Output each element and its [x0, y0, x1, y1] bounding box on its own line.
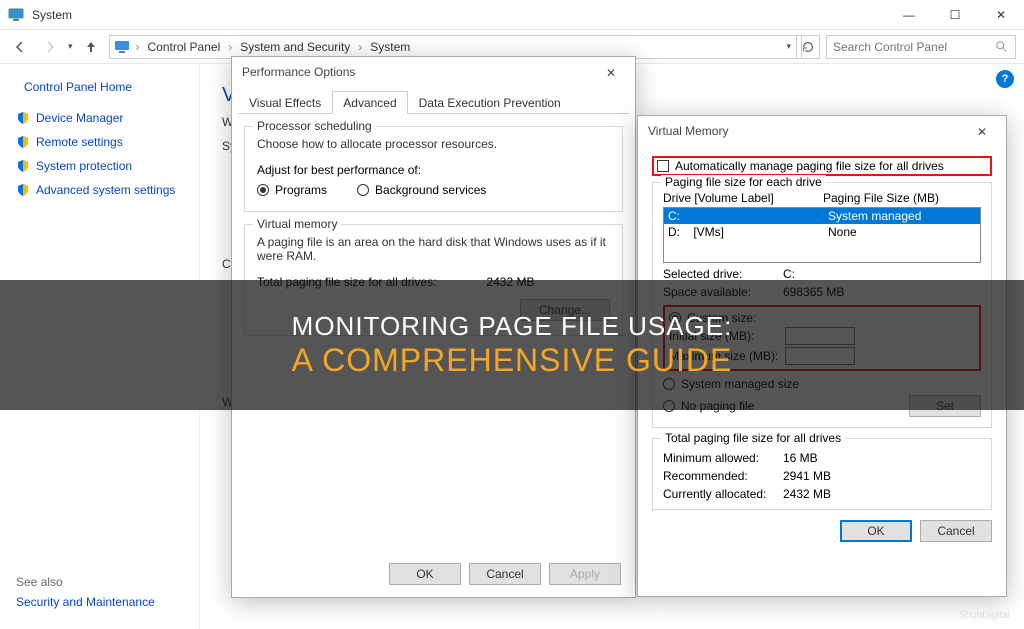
search-box[interactable] [826, 35, 1016, 59]
shield-icon [16, 159, 30, 173]
group-desc: Choose how to allocate processor resourc… [257, 137, 610, 151]
sidebar-advanced-system-settings[interactable]: Advanced system settings [16, 178, 191, 202]
sidebar-device-manager[interactable]: Device Manager [16, 106, 191, 130]
drive-row[interactable]: D: [VMs]None [664, 224, 980, 240]
drive-row[interactable]: C: System managed [664, 208, 980, 224]
back-button[interactable] [8, 35, 32, 59]
radio-background-services[interactable]: Background services [357, 183, 486, 197]
sidebar-item-label: Remote settings [36, 135, 123, 149]
titlebar: System — ☐ ✕ [0, 0, 1024, 30]
auto-manage-checkbox[interactable]: Automatically manage paging file size fo… [652, 156, 992, 176]
cancel-button[interactable]: Cancel [469, 563, 541, 585]
tab-dep[interactable]: Data Execution Prevention [408, 91, 572, 114]
search-input[interactable] [833, 40, 995, 54]
tab-advanced[interactable]: Advanced [332, 91, 407, 114]
search-icon[interactable] [995, 40, 1009, 54]
dialog-title: Virtual Memory [648, 124, 728, 138]
dialog-titlebar[interactable]: Virtual Memory ✕ [638, 116, 1006, 146]
watermark: ShunDigital [959, 610, 1010, 621]
drive-list[interactable]: C: System managed D: [VMs]None [663, 207, 981, 263]
control-panel-home-link[interactable]: Control Panel Home [16, 78, 191, 106]
adjust-label: Adjust for best performance of: [257, 163, 610, 177]
perf-tabs: Visual Effects Advanced Data Execution P… [238, 91, 629, 114]
shield-icon [16, 183, 30, 197]
group-desc: A paging file is an area on the hard dis… [257, 235, 610, 263]
selected-drive-label: Selected drive: [663, 267, 783, 281]
chevron-right-icon[interactable]: › [226, 40, 234, 54]
up-button[interactable] [79, 35, 103, 59]
tab-visual-effects[interactable]: Visual Effects [238, 91, 332, 114]
dialog-close-button[interactable]: ✕ [595, 63, 627, 83]
cancel-button[interactable]: Cancel [920, 520, 992, 542]
window-title: System [32, 8, 886, 22]
forward-button[interactable] [38, 35, 62, 59]
apply-button[interactable]: Apply [549, 563, 621, 585]
group-legend: Processor scheduling [253, 119, 376, 133]
address-bar[interactable]: › Control Panel › System and Security › … [109, 35, 803, 59]
total-paging-group: Total paging file size for all drives Mi… [652, 438, 992, 510]
selected-drive-value: C: [783, 267, 903, 281]
ok-button[interactable]: OK [389, 563, 461, 585]
chevron-right-icon[interactable]: › [134, 40, 142, 54]
maximize-button[interactable]: ☐ [932, 0, 978, 30]
system-icon [8, 7, 24, 23]
see-also-label: See also [16, 575, 155, 589]
close-button[interactable]: ✕ [978, 0, 1024, 30]
processor-scheduling-group: Processor scheduling Choose how to alloc… [244, 126, 623, 212]
recent-dropdown[interactable]: ▾ [68, 41, 73, 52]
header-pfsize: Paging File Size (MB) [823, 191, 939, 205]
overlay-line2: A COMPREHENSIVE GUIDE [292, 342, 733, 379]
crumb-control-panel[interactable]: Control Panel [146, 40, 223, 54]
sidebar-remote-settings[interactable]: Remote settings [16, 130, 191, 154]
sidebar-system-protection[interactable]: System protection [16, 154, 191, 178]
chevron-right-icon[interactable]: › [356, 40, 364, 54]
checkbox-icon [657, 160, 669, 172]
header-drive: Drive [Volume Label] [663, 191, 823, 205]
shield-icon [16, 135, 30, 149]
address-dropdown[interactable]: ▾ [786, 41, 791, 52]
ok-button[interactable]: OK [840, 520, 912, 542]
group-legend: Total paging file size for all drives [661, 431, 845, 445]
system-icon [114, 39, 130, 55]
drive-list-header: Drive [Volume Label] Paging File Size (M… [663, 191, 981, 205]
shield-icon [16, 111, 30, 125]
radio-programs[interactable]: Programs [257, 183, 327, 197]
overlay-banner: MONITORING PAGE FILE USAGE: A COMPREHENS… [0, 280, 1024, 410]
crumb-system[interactable]: System [368, 40, 412, 54]
dialog-title: Performance Options [242, 65, 355, 79]
help-icon[interactable]: ? [996, 70, 1014, 88]
crumb-system-security[interactable]: System and Security [238, 40, 352, 54]
overlay-line1: MONITORING PAGE FILE USAGE: [292, 311, 733, 342]
dialog-close-button[interactable]: ✕ [966, 122, 998, 142]
group-legend: Paging file size for each drive [661, 175, 826, 189]
see-also-security-maintenance[interactable]: Security and Maintenance [16, 595, 155, 609]
sidebar-item-label: Advanced system settings [36, 183, 175, 197]
group-legend: Virtual memory [253, 217, 341, 231]
sidebar-item-label: System protection [36, 159, 132, 173]
minimize-button[interactable]: — [886, 0, 932, 30]
dialog-titlebar[interactable]: Performance Options ✕ [232, 57, 635, 87]
sidebar-item-label: Device Manager [36, 111, 123, 125]
checkbox-label: Automatically manage paging file size fo… [675, 159, 944, 173]
refresh-button[interactable] [796, 35, 820, 59]
